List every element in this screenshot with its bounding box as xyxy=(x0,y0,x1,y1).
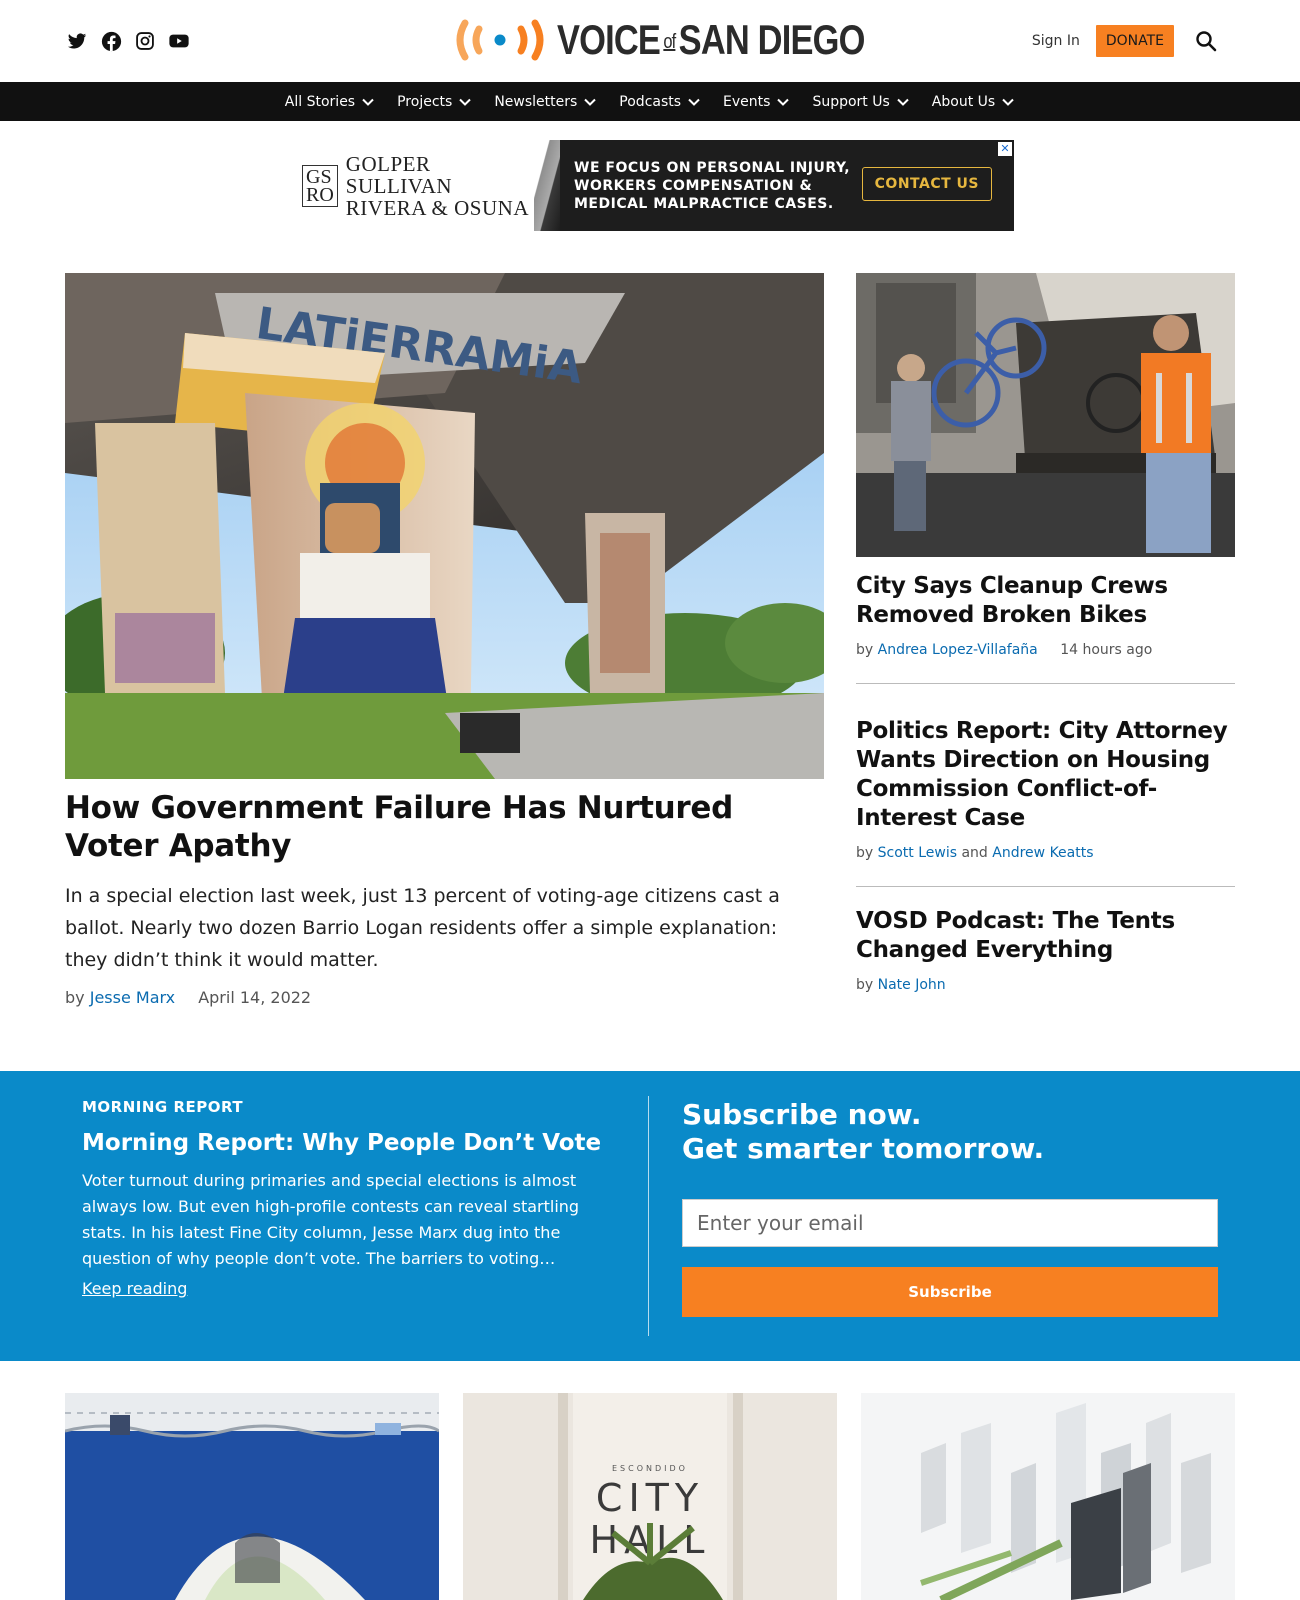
ad-firm-name: GOLPER SULLIVAN RIVERA & OSUNA xyxy=(346,153,534,219)
nav-newsletters[interactable]: Newsletters xyxy=(494,94,597,110)
city-hall-sign-top: ESCONDIDO xyxy=(612,1464,688,1473)
nav-events[interactable]: Events xyxy=(723,94,790,110)
side-story-2: Politics Report: City Attorney Wants Dir… xyxy=(856,717,1235,861)
ad-copy-line3: MEDICAL MALPRACTICE CASES. xyxy=(574,195,834,212)
ad-contact-us-button[interactable]: CONTACT US xyxy=(861,167,992,201)
nav-projects[interactable]: Projects xyxy=(397,94,472,110)
side-story-3: VOSD Podcast: The Tents Changed Everythi… xyxy=(856,907,1235,993)
logo-wordmark: VOICE ofSAN DIEGO xyxy=(557,16,865,64)
facebook-icon[interactable] xyxy=(100,30,122,52)
band-divider xyxy=(648,1096,649,1336)
byline-by: by xyxy=(856,977,874,993)
subscribe-line2: Get smarter tomorrow. xyxy=(682,1132,1045,1165)
ad-copy-line2: WORKERS COMPENSATION & xyxy=(574,177,813,194)
nav-label: Support Us xyxy=(812,93,890,110)
ad-close-icon[interactable]: ✕ xyxy=(998,142,1012,156)
banner-ad[interactable]: GS RO GOLPER SULLIVAN RIVERA & OSUNA WE … xyxy=(294,140,1014,231)
nav-label: Newsletters xyxy=(494,93,578,110)
nav-label: Podcasts xyxy=(619,93,682,110)
author-link[interactable]: Nate John xyxy=(878,977,946,993)
side-story-byline: by Nate John xyxy=(856,977,1235,993)
subscribe-heading: Subscribe now. Get smarter tomorrow. xyxy=(682,1098,1044,1166)
card-image-city-hall[interactable]: ESCONDIDO CITY HALL xyxy=(463,1393,837,1600)
author-link[interactable]: Andrea Lopez-Villafaña xyxy=(878,642,1038,658)
chevron-down-icon xyxy=(362,98,374,106)
ad-firm-logo: GS RO GOLPER SULLIVAN RIVERA & OSUNA xyxy=(294,140,534,231)
city-hall-sign-line1: CITY xyxy=(596,1476,704,1520)
publish-date: 14 hours ago xyxy=(1060,642,1153,658)
ad-firm-line2: RIVERA & OSUNA xyxy=(345,195,529,220)
ad-monogram-top: GS xyxy=(306,165,332,188)
byline-by: by xyxy=(856,642,874,658)
morning-report-kicker[interactable]: MORNING REPORT xyxy=(82,1098,243,1116)
byline-by: by xyxy=(65,988,85,1007)
ad-message: WE FOCUS ON PERSONAL INJURY, WORKERS COM… xyxy=(560,140,1014,231)
card-image-skyline-rendering[interactable] xyxy=(861,1393,1235,1600)
site-logo[interactable]: VOICE ofSAN DIEGO xyxy=(455,16,932,64)
side-story-title[interactable]: City Says Cleanup Crews Removed Broken B… xyxy=(856,572,1235,630)
side-divider xyxy=(856,886,1235,887)
side-story-title[interactable]: VOSD Podcast: The Tents Changed Everythi… xyxy=(856,907,1235,965)
author-link[interactable]: Scott Lewis xyxy=(878,845,957,861)
instagram-icon[interactable] xyxy=(134,30,156,52)
side-story-1: City Says Cleanup Crews Removed Broken B… xyxy=(856,572,1235,658)
keep-reading-link[interactable]: Keep reading xyxy=(82,1279,187,1298)
logo-mark-icon xyxy=(455,17,545,63)
side-divider xyxy=(856,683,1235,684)
morning-report-excerpt: Voter turnout during primaries and speci… xyxy=(82,1171,580,1268)
byline-by: by xyxy=(856,845,874,861)
author-link[interactable]: Andrew Keatts xyxy=(992,845,1093,861)
site-header: VOICE ofSAN DIEGO Sign In DONATE xyxy=(0,0,1300,82)
side-story-byline: by Andrea Lopez-Villafaña 14 hours ago xyxy=(856,642,1235,658)
header-actions: Sign In DONATE xyxy=(1032,25,1218,57)
chevron-down-icon xyxy=(897,98,909,106)
nav-about-us[interactable]: About Us xyxy=(932,94,1015,110)
chevron-down-icon xyxy=(584,98,597,106)
morning-report-title[interactable]: Morning Report: Why People Don’t Vote xyxy=(82,1130,642,1156)
side-story-title[interactable]: Politics Report: City Attorney Wants Dir… xyxy=(856,717,1235,833)
logo-voice: VOICE xyxy=(557,16,661,63)
lead-story-dek: In a special election last week, just 13… xyxy=(65,885,780,971)
card-image-tent[interactable] xyxy=(65,1393,439,1600)
chevron-down-icon xyxy=(1002,98,1014,106)
main-nav: All Stories Projects Newsletters Podcast… xyxy=(0,82,1300,121)
ad-monogram-bottom: RO xyxy=(306,183,334,206)
nav-label: Events xyxy=(723,93,771,110)
side-story-image[interactable] xyxy=(856,273,1235,557)
logo-san-diego: SAN DIEGO xyxy=(678,16,866,63)
subscribe-button[interactable]: Subscribe xyxy=(682,1267,1218,1317)
chevron-down-icon xyxy=(688,98,700,106)
search-icon[interactable] xyxy=(1194,29,1218,53)
nav-podcasts[interactable]: Podcasts xyxy=(619,94,701,110)
chevron-down-icon xyxy=(777,98,790,106)
youtube-icon[interactable] xyxy=(168,30,190,52)
social-links xyxy=(66,30,190,52)
lead-story-image[interactable]: LATiERRAMiA xyxy=(65,273,824,779)
nav-label: About Us xyxy=(931,93,996,110)
twitter-icon[interactable] xyxy=(66,30,88,52)
lead-story-byline: by Jesse Marx April 14, 2022 xyxy=(65,988,311,1007)
logo-of: of xyxy=(663,31,676,54)
ad-copy-line1: WE FOCUS ON PERSONAL INJURY, xyxy=(574,159,851,176)
donate-button[interactable]: DONATE xyxy=(1095,25,1174,57)
author-link[interactable]: Jesse Marx xyxy=(90,988,175,1007)
lead-story-title[interactable]: How Government Failure Has Nurtured Vote… xyxy=(65,789,824,865)
ad-firm-line1: GOLPER SULLIVAN xyxy=(345,151,453,198)
subscribe-line1: Subscribe now. xyxy=(682,1098,922,1131)
ad-copy: WE FOCUS ON PERSONAL INJURY, WORKERS COM… xyxy=(574,159,854,213)
nav-label: Projects xyxy=(397,93,453,110)
sign-in-link[interactable]: Sign In xyxy=(1032,33,1080,49)
email-field[interactable] xyxy=(682,1199,1218,1247)
nav-support-us[interactable]: Support Us xyxy=(812,94,909,110)
chevron-down-icon xyxy=(459,98,472,106)
side-story-byline: by Scott Lewis and Andrew Keatts xyxy=(856,845,1235,861)
ad-divider-stripe xyxy=(534,140,560,231)
byline-and: and xyxy=(961,845,988,861)
nav-label: All Stories xyxy=(284,93,356,110)
publish-date: April 14, 2022 xyxy=(198,988,312,1007)
nav-all-stories[interactable]: All Stories xyxy=(285,94,375,110)
ad-monogram: GS RO xyxy=(302,164,338,207)
